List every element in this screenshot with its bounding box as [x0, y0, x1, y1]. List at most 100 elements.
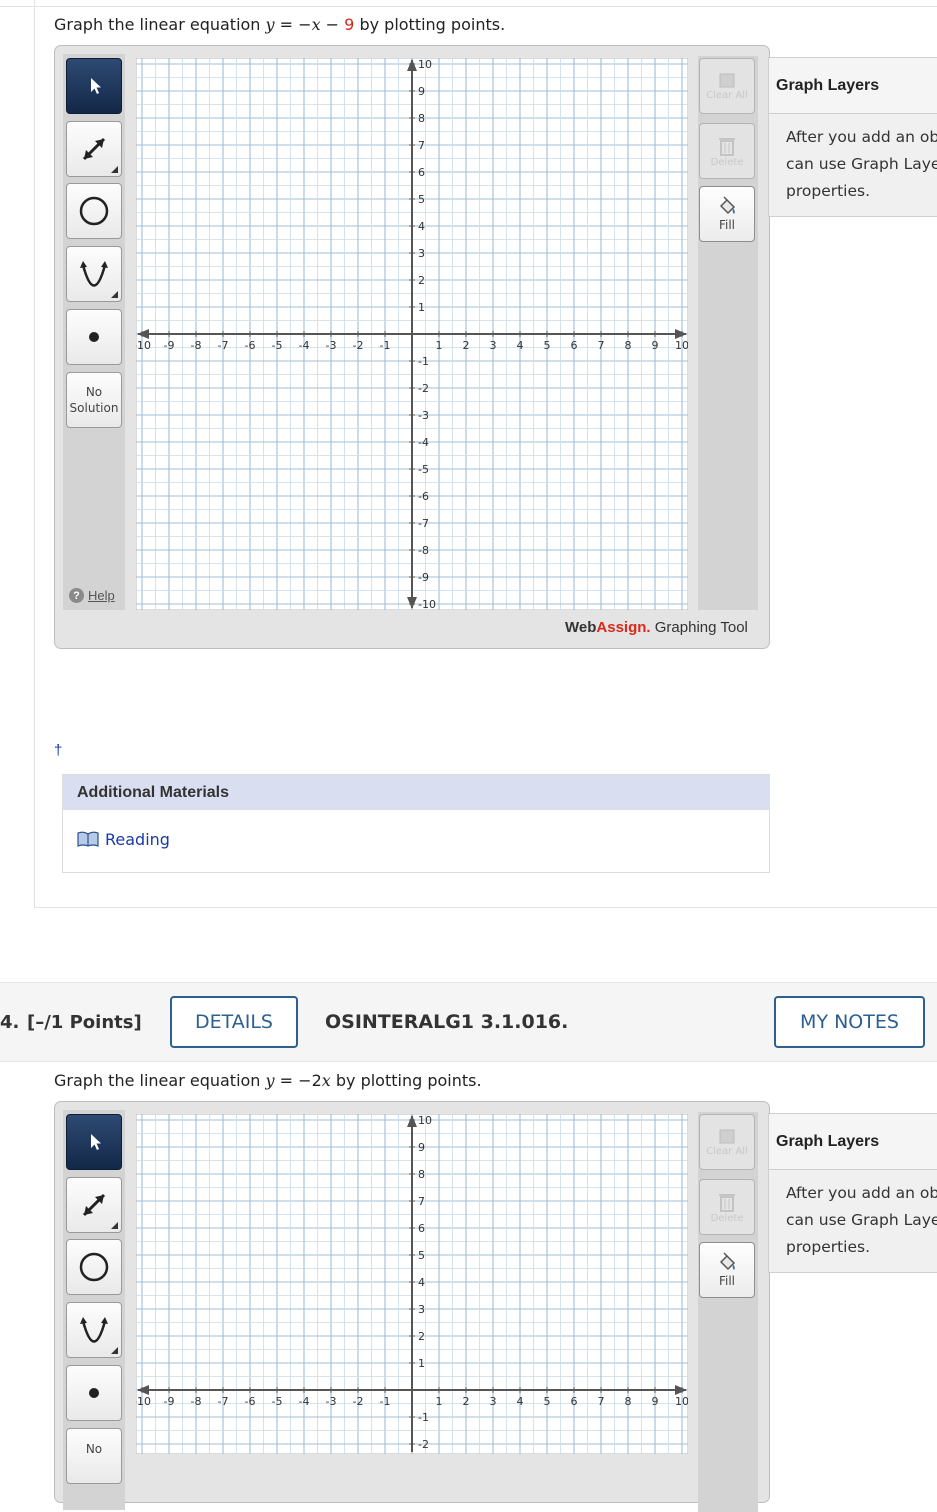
coordinate-grid[interactable]: -10 -9 -8 -7 -6 -5 -4 -3 -2 -1 1 2 3 4 5 6 7 8 9 10 10 9 8 7 6 5 4…: [136, 58, 688, 610]
help-label: Help: [88, 588, 115, 603]
select-tool-button[interactable]: [66, 58, 122, 114]
y-tick-label: 8: [418, 112, 425, 125]
submenu-corner-icon: [111, 291, 118, 298]
graph-layers-text-2: can use Graph Laye: [786, 1211, 937, 1229]
paint-bucket-icon: [719, 196, 736, 215]
y-tick-label: -2: [418, 382, 429, 395]
y-tick-label: 5: [418, 193, 425, 206]
delete-label: Delete: [710, 1212, 744, 1224]
delete-button[interactable]: Delete: [699, 123, 755, 179]
x-tick-label: -2: [353, 339, 364, 352]
details-button[interactable]: DETAILS: [170, 996, 298, 1048]
no-solution-button[interactable]: No Solution: [66, 372, 122, 428]
no-solution-button[interactable]: No: [66, 1428, 122, 1484]
delete-label: Delete: [710, 156, 744, 168]
y-tick-label: -4: [418, 436, 429, 449]
x-tick-label: 3: [490, 339, 497, 352]
line-tool-button[interactable]: [66, 121, 122, 177]
coordinate-grid[interactable]: -10 -9 -8 -7 -6 -5 -4 -3 -2 -1 1 2 3 4 5 6 7 8 9 10 10 9 8 7 6 5 4…: [136, 1114, 688, 1454]
x-tick-label: 3: [490, 1395, 497, 1408]
y-tick-label: 3: [418, 1303, 425, 1316]
y-tick-label: -2: [418, 1438, 429, 1451]
clear-all-button[interactable]: Clear All: [699, 1114, 755, 1170]
graph-layers-text-1: After you add an obj: [786, 1184, 937, 1202]
circle-tool-button[interactable]: [66, 1239, 122, 1295]
x-tick-label: 2: [463, 1395, 470, 1408]
x-tick-label: -3: [326, 339, 337, 352]
x-tick-label: -9: [164, 1395, 175, 1408]
additional-materials-panel: Additional Materials Reading: [62, 774, 770, 873]
x-tick-label: -5: [272, 339, 283, 352]
x-tick-label: -10: [136, 339, 151, 352]
y-tick-label: -7: [418, 517, 429, 530]
graph-layers-help: After you add an obj can use Graph Laye …: [769, 1170, 937, 1261]
pointer-icon: [91, 78, 101, 94]
y-tick-label: 8: [418, 1168, 425, 1181]
reading-link[interactable]: Reading: [63, 810, 769, 868]
select-tool-button[interactable]: [66, 1114, 122, 1170]
y-tick-label: -5: [418, 463, 429, 476]
x-tick-label: -8: [191, 1395, 202, 1408]
no-solution-label-2: Solution: [69, 401, 119, 415]
x-tick-label: -9: [164, 339, 175, 352]
help-link[interactable]: ? Help: [69, 588, 115, 603]
question-code: OSINTERALG1 3.1.016.: [325, 1011, 569, 1033]
parabola-icon: [80, 261, 108, 287]
x-tick-label: -6: [245, 339, 256, 352]
x-tick-label: 6: [571, 1395, 578, 1408]
x-tick-label: -4: [299, 339, 310, 352]
graph-layers-text-2: can use Graph Laye: [786, 155, 937, 173]
x-tick-label: -7: [218, 339, 229, 352]
x-tick-label: 5: [544, 1395, 551, 1408]
x-tick-label: 1: [436, 1395, 443, 1408]
x-tick-label: -4: [299, 1395, 310, 1408]
book-icon: [77, 831, 99, 847]
trash-icon: [719, 137, 735, 156]
question-left-border: [34, 0, 35, 908]
graph-layers-text-1: After you add an obj: [786, 128, 937, 146]
point-tool-button[interactable]: [66, 309, 122, 365]
point-tool-button[interactable]: [66, 1365, 122, 1421]
x-tick-label: 9: [652, 1395, 659, 1408]
my-notes-button[interactable]: MY NOTES: [774, 996, 925, 1048]
delete-button[interactable]: Delete: [699, 1179, 755, 1235]
y-tick-label: -8: [418, 544, 429, 557]
parabola-tool-button[interactable]: [66, 246, 122, 302]
parabola-icon: [80, 1317, 108, 1343]
question-number: 4.: [0, 1012, 20, 1033]
clear-all-icon: [719, 1129, 735, 1143]
x-tick-label: -1: [380, 1395, 391, 1408]
y-tick-label: 2: [418, 1330, 425, 1343]
no-solution-label-1: No: [85, 1442, 103, 1456]
x-tick-label: -2: [353, 1395, 364, 1408]
fill-button[interactable]: Fill: [699, 1242, 755, 1298]
x-tick-label: 4: [517, 339, 524, 352]
x-tick-label: 4: [517, 1395, 524, 1408]
graph-layers-help: After you add an obj can use Graph Laye …: [769, 114, 937, 205]
additional-materials-title: Additional Materials: [63, 775, 769, 810]
fill-label: Fill: [718, 1274, 736, 1288]
y-tick-label: 4: [418, 220, 425, 233]
graph-layers-title: Graph Layers: [769, 58, 937, 114]
parabola-tool-button[interactable]: [66, 1302, 122, 1358]
graph-layers-panel: Graph Layers After you add an obj can us…: [768, 1113, 937, 1273]
clear-all-label: Clear All: [706, 1145, 748, 1157]
trash-icon: [719, 1193, 735, 1212]
fill-button[interactable]: Fill: [699, 186, 755, 242]
fill-label: Fill: [718, 218, 736, 232]
x-tick-label: 7: [598, 1395, 605, 1408]
graph-layers-text-3: properties.: [786, 182, 871, 200]
x-tick-label: 6: [571, 339, 578, 352]
clear-all-label: Clear All: [706, 89, 748, 101]
circle-icon: [79, 1252, 109, 1282]
circle-tool-button[interactable]: [66, 183, 122, 239]
graphing-tool: No -10 -9 -8 -7 -6 -5 -4 -3 -2 -1 1 2 3 4 5 6 7 8 9 10 10 9 8 7…: [54, 1101, 770, 1512]
clear-all-icon: [719, 73, 735, 87]
y-tick-label: 9: [418, 1141, 425, 1154]
footnote-dagger: †: [54, 742, 63, 759]
x-tick-label: 1: [436, 339, 443, 352]
submenu-corner-icon: [111, 166, 118, 173]
x-tick-label: 8: [625, 339, 632, 352]
clear-all-button[interactable]: Clear All: [699, 58, 755, 114]
line-tool-button[interactable]: [66, 1177, 122, 1233]
